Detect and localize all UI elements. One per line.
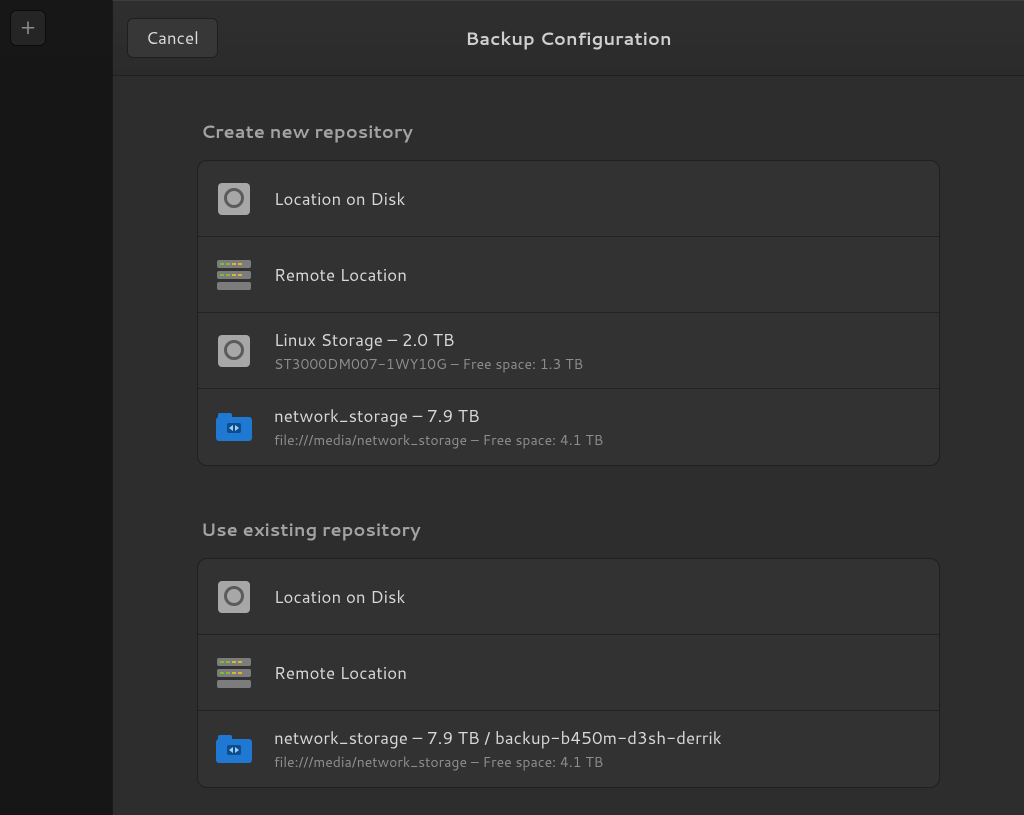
row-texts: network_storage – 7.9 TB file:///media/n… xyxy=(274,404,603,450)
row-title: network_storage – 7.9 TB / backup-b450m-… xyxy=(274,726,722,750)
row-title: Remote Location xyxy=(274,263,407,287)
create-row-location-on-disk[interactable]: Location on Disk xyxy=(198,161,939,237)
row-texts: Location on Disk xyxy=(274,187,405,211)
create-row-remote-location[interactable]: Remote Location xyxy=(198,237,939,313)
network-folder-icon xyxy=(216,409,252,445)
disk-icon xyxy=(216,333,252,369)
existing-row-network-storage-backup[interactable]: network_storage – 7.9 TB / backup-b450m-… xyxy=(198,711,939,787)
dialog-body: Create new repository Location on Disk xyxy=(113,76,1024,815)
existing-row-remote-location[interactable]: Remote Location xyxy=(198,635,939,711)
existing-row-location-on-disk[interactable]: Location on Disk xyxy=(198,559,939,635)
row-title: Location on Disk xyxy=(274,585,405,609)
dialog-header: Cancel Backup Configuration xyxy=(113,1,1024,76)
create-list: Location on Disk Remote Location xyxy=(197,160,940,466)
row-subtitle: file:///media/network_storage – Free spa… xyxy=(274,430,603,450)
row-title: Location on Disk xyxy=(274,187,405,211)
row-texts: Location on Disk xyxy=(274,585,405,609)
backup-config-dialog: Cancel Backup Configuration Create new r… xyxy=(112,0,1024,815)
existing-list: Location on Disk Remote Location xyxy=(197,558,940,788)
create-row-network-storage[interactable]: network_storage – 7.9 TB file:///media/n… xyxy=(198,389,939,465)
server-icon xyxy=(216,655,252,691)
network-folder-icon xyxy=(216,731,252,767)
row-title: Remote Location xyxy=(274,661,407,685)
dialog-title: Backup Configuration xyxy=(113,25,1024,51)
section-heading-create: Create new repository xyxy=(201,118,940,144)
section-heading-existing: Use existing repository xyxy=(201,516,940,542)
row-texts: Remote Location xyxy=(274,661,407,685)
row-title: Linux Storage – 2.0 TB xyxy=(274,328,583,352)
row-texts: Linux Storage – 2.0 TB ST3000DM007-1WY10… xyxy=(274,328,583,374)
row-subtitle: file:///media/network_storage – Free spa… xyxy=(274,752,722,772)
disk-icon xyxy=(216,579,252,615)
disk-icon xyxy=(216,181,252,217)
row-subtitle: ST3000DM007-1WY10G – Free space: 1.3 TB xyxy=(274,354,583,374)
cancel-label: Cancel xyxy=(146,26,199,50)
row-title: network_storage – 7.9 TB xyxy=(274,404,603,428)
create-row-linux-storage[interactable]: Linux Storage – 2.0 TB ST3000DM007-1WY10… xyxy=(198,313,939,389)
cancel-button[interactable]: Cancel xyxy=(127,18,218,58)
server-icon xyxy=(216,257,252,293)
row-texts: network_storage – 7.9 TB / backup-b450m-… xyxy=(274,726,722,772)
row-texts: Remote Location xyxy=(274,263,407,287)
